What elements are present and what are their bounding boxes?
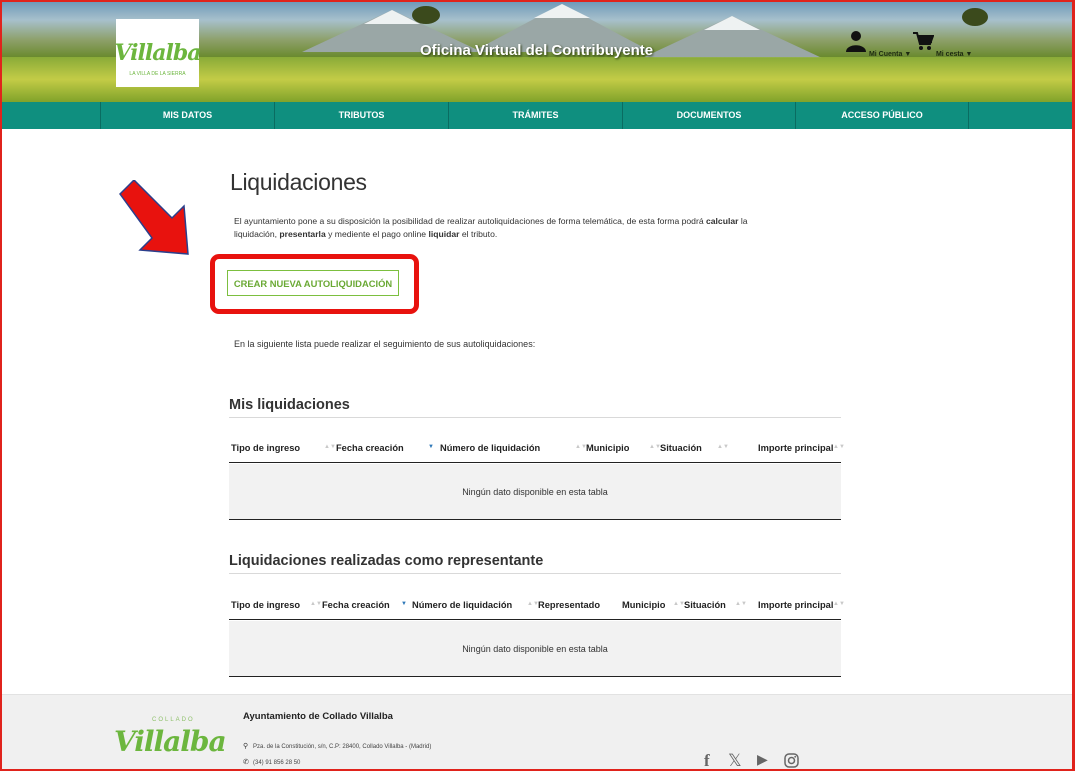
section-divider <box>229 573 841 574</box>
header-snow <box>534 4 590 18</box>
create-autoliquidacion-button[interactable]: CREAR NUEVA AUTOLIQUIDACIÓN <box>227 270 399 296</box>
nav-tramites[interactable]: TRÁMITES <box>448 102 622 129</box>
footer-logo-top: COLLADO <box>152 717 195 723</box>
phone-icon: ✆ <box>243 759 249 766</box>
intro-part: El ayuntamiento pone a su disposición la… <box>234 216 706 226</box>
col-situacion[interactable]: Situación <box>684 600 726 610</box>
sort-icon[interactable]: ▲▼ <box>833 444 845 450</box>
sort-icon[interactable]: ▲▼ <box>833 601 845 607</box>
nav-tributos[interactable]: TRIBUTOS <box>274 102 448 129</box>
table-header: Tipo de ingreso ▲▼ Fecha creación ▼ Núme… <box>229 435 845 463</box>
cart-icon <box>913 32 935 50</box>
cart-menu[interactable]: Mi cesta ▼ <box>912 30 972 58</box>
col-importe-principal[interactable]: Importe principal <box>758 443 833 453</box>
footer-phone: ✆ (34) 91 856 28 50 <box>243 758 300 766</box>
sort-icon[interactable]: ▲▼ <box>324 444 336 450</box>
page-title: Liquidaciones <box>230 169 367 195</box>
header-tree <box>962 8 988 26</box>
sort-icon[interactable]: ▲▼ <box>717 444 729 450</box>
sort-desc-icon[interactable]: ▼ <box>428 444 434 450</box>
intro-bold-presentarla: presentarla <box>279 229 326 239</box>
annotation-arrow-icon <box>119 180 189 255</box>
page-frame: Villalba LA VILLA DE LA SIERRA Oficina V… <box>0 0 1075 771</box>
logo-tagline: LA VILLA DE LA SIERRA <box>129 71 186 77</box>
site-logo[interactable]: Villalba LA VILLA DE LA SIERRA <box>114 19 202 87</box>
footer-phone-text: (34) 91 856 28 50 <box>253 760 301 766</box>
location-pin-icon: ⚲ <box>243 743 249 750</box>
sort-icon[interactable]: ▲▼ <box>735 601 747 607</box>
footer-address: ⚲ Pza. de la Constitución, s/n, C.P: 2840… <box>243 742 431 750</box>
youtube-icon[interactable]: ▶ <box>757 751 768 768</box>
user-icon <box>846 31 866 52</box>
col-municipio[interactable]: Municipio <box>622 600 665 610</box>
sort-icon[interactable]: ▲▼ <box>310 601 322 607</box>
col-municipio[interactable]: Municipio <box>586 443 629 453</box>
intro-part: y mediente el pago online <box>325 229 429 239</box>
nav-divider <box>968 102 969 129</box>
col-tipo-ingreso[interactable]: Tipo de ingreso <box>231 443 300 453</box>
col-fecha-creacion[interactable]: Fecha creación <box>336 443 404 453</box>
account-menu-label: Mi Cuenta ▼ <box>868 51 912 58</box>
site-footer: COLLADO Villalba Ayuntamiento de Collado… <box>2 694 1072 769</box>
col-representado[interactable]: Representado <box>538 600 600 610</box>
header-snow <box>704 16 760 30</box>
nav-acceso-publico[interactable]: ACCESO PÚBLICO <box>795 102 968 129</box>
instagram-icon[interactable] <box>784 753 799 768</box>
list-note: En la siguiente lista puede realizar el … <box>234 339 536 349</box>
section-title-mis-liquidaciones: Mis liquidaciones <box>229 397 350 413</box>
main-nav: MIS DATOS TRIBUTOS TRÁMITES DOCUMENTOS A… <box>2 102 1072 129</box>
footer-address-text: Pza. de la Constitución, s/n, C.P: 28400… <box>253 744 432 750</box>
site-title: Oficina Virtual del Contribuyente <box>420 42 654 59</box>
table-header: Tipo de ingreso ▲▼ Fecha creación ▼ Núme… <box>229 592 845 620</box>
facebook-icon[interactable]: f <box>704 751 710 769</box>
table-empty-row: Ningún dato disponible en esta tabla <box>229 621 841 677</box>
col-numero-liquidacion[interactable]: Número de liquidación <box>440 443 540 453</box>
logo-wordmark: Villalba <box>114 40 202 66</box>
table-empty-row: Ningún dato disponible en esta tabla <box>229 464 841 520</box>
intro-part: el tributo. <box>459 229 498 239</box>
account-menu[interactable]: Mi Cuenta ▼ <box>845 30 911 58</box>
col-tipo-ingreso[interactable]: Tipo de ingreso <box>231 600 300 610</box>
section-title-representante: Liquidaciones realizadas como representa… <box>229 553 544 569</box>
intro-text: El ayuntamiento pone a su disposición la… <box>234 215 754 241</box>
nav-documentos[interactable]: DOCUMENTOS <box>622 102 795 129</box>
x-icon[interactable]: 𝕏 <box>728 751 742 769</box>
col-situacion[interactable]: Situación <box>660 443 702 453</box>
cart-menu-label: Mi cesta ▼ <box>935 51 973 58</box>
sort-desc-icon[interactable]: ▼ <box>401 601 407 607</box>
col-fecha-creacion[interactable]: Fecha creación <box>322 600 390 610</box>
section-divider <box>229 417 841 418</box>
footer-org-name: Ayuntamiento de Collado Villalba <box>243 711 393 722</box>
nav-mis-datos[interactable]: MIS DATOS <box>100 102 274 129</box>
col-importe-principal[interactable]: Importe principal <box>758 600 833 610</box>
site-header: Villalba LA VILLA DE LA SIERRA Oficina V… <box>2 2 1072 102</box>
header-tree <box>412 6 440 24</box>
intro-bold-calcular: calcular <box>705 216 739 226</box>
footer-logo[interactable]: Villalba <box>114 725 227 758</box>
intro-bold-liquidar: liquidar <box>428 229 460 239</box>
col-numero-liquidacion[interactable]: Número de liquidación <box>412 600 512 610</box>
